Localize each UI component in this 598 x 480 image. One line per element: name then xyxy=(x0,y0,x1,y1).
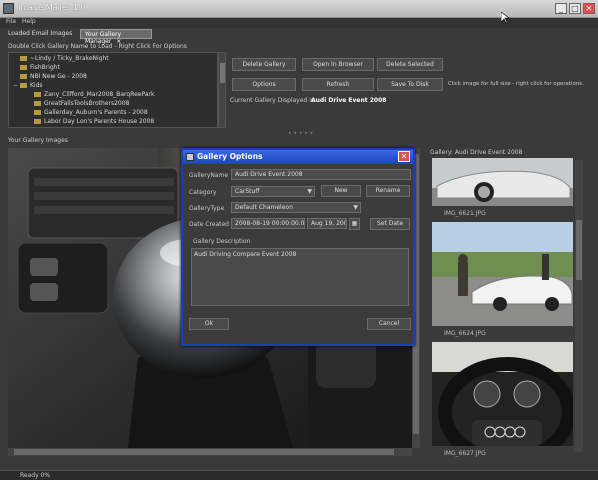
dialog-close-button[interactable]: ✕ xyxy=(398,151,410,162)
tree-item[interactable]: Labor Day Lon's Parents House 2008 xyxy=(27,118,154,126)
gallery-type-select[interactable]: Default Chameleon ▼ xyxy=(231,202,361,213)
thumb-scroll-thumb[interactable] xyxy=(576,220,582,280)
car-photo-1 xyxy=(432,158,573,206)
tab-loaded-images[interactable]: Loaded Email Images xyxy=(4,29,76,39)
date-created-field[interactable]: 2008-08-19 00:00:00.0 xyxy=(231,218,305,229)
minimize-button[interactable]: _ xyxy=(555,3,567,14)
gallery-options-dialog: Gallery Options ✕ GalleryName Audi Drive… xyxy=(181,148,415,346)
date-created-label: Date Created xyxy=(189,221,229,228)
calendar-icon[interactable]: ▦ xyxy=(349,218,360,230)
splitter-handle[interactable]: • • • • • xyxy=(288,130,313,137)
date-picker-field[interactable]: Aug 19, 2008 xyxy=(307,218,347,229)
chevron-down-icon: ▼ xyxy=(353,204,358,211)
main-image-hscrollbar[interactable] xyxy=(8,448,412,456)
tree-item-label: NBI New Ge - 2008 xyxy=(30,73,87,80)
status-text: Ready 0% xyxy=(20,472,51,479)
thumbnail-2[interactable] xyxy=(432,222,573,326)
folder-icon xyxy=(34,101,41,106)
category-value: CarStuff xyxy=(235,188,260,195)
gallery-type-label: GalleryType xyxy=(189,205,225,212)
thumbnail-3[interactable] xyxy=(432,342,573,446)
rename-category-button[interactable]: Rename xyxy=(366,185,410,197)
thumbnail-1[interactable] xyxy=(432,158,573,206)
main-hscroll-thumb[interactable] xyxy=(14,449,394,455)
category-label: Category xyxy=(189,189,217,196)
delete-selected-button[interactable]: Delete Selected xyxy=(377,58,443,71)
tree-item-label: FishBright xyxy=(30,64,60,71)
tree-item[interactable]: − Kids xyxy=(13,82,43,90)
tree-item[interactable]: Gallerday_Auburn's Parents - 2008 xyxy=(27,109,148,117)
new-category-button[interactable]: New xyxy=(321,185,361,197)
tree-item-label: Gallerday_Auburn's Parents - 2008 xyxy=(44,109,148,116)
description-textarea[interactable]: Audi Driving Compare Event 2008 xyxy=(191,248,409,306)
options-button[interactable]: Options xyxy=(232,78,296,91)
folder-icon xyxy=(20,74,27,79)
maximize-button[interactable]: □ xyxy=(569,3,581,14)
tree-item-label: GreatFallsToolsBrothers2008 xyxy=(44,100,130,107)
dialog-title-bar[interactable]: Gallery Options ✕ xyxy=(183,150,413,164)
folder-icon xyxy=(34,119,41,124)
window-title: Image Mailer 1.0 xyxy=(18,3,86,12)
ok-button[interactable]: Ok xyxy=(189,318,229,330)
thumbnail-3-caption: IMG_6627.JPG xyxy=(444,450,486,457)
category-select[interactable]: CarStuff ▼ xyxy=(231,186,315,197)
tree-item[interactable]: Zany_Clifford_Mar2008_BarqReePark xyxy=(27,91,154,99)
set-date-button[interactable]: Set Date xyxy=(370,218,410,230)
folder-icon xyxy=(20,65,27,70)
click-hint: Click image for full size - right click … xyxy=(448,81,584,87)
delete-gallery-button[interactable]: Delete Gallery xyxy=(232,58,296,71)
mouse-cursor-icon xyxy=(501,12,509,24)
gallery-type-value: Default Chameleon xyxy=(235,204,293,211)
folder-icon xyxy=(20,83,27,88)
thumb-gallery-title: Gallery: Audi Drive Event 2008 xyxy=(430,149,523,156)
tree-item-label: Zany_Clifford_Mar2008_BarqReePark xyxy=(44,91,155,98)
tree-item[interactable]: GreatFallsToolsBrothers2008 xyxy=(27,100,129,108)
refresh-button[interactable]: Refresh xyxy=(302,78,374,91)
folder-icon xyxy=(20,56,27,61)
gallery-name-label: GalleryName xyxy=(189,172,229,179)
tree-toggle-icon[interactable]: − xyxy=(13,82,19,89)
tree-hint: Double Click Gallery Name to Load - Righ… xyxy=(8,43,187,50)
current-gallery-label: Current Gallery Displayed is: xyxy=(230,97,317,104)
close-button[interactable]: ✕ xyxy=(583,3,595,14)
gallery-tree[interactable]: ~Lindy / Ticky_BrakeNight FishBright NBI N… xyxy=(8,52,218,128)
dialog-app-icon xyxy=(186,153,194,161)
tree-item-label: Kids xyxy=(30,82,43,89)
your-gallery-label: Your Gallery Images xyxy=(8,137,68,144)
tree-item[interactable]: ~Lindy / Ticky_BrakeNight xyxy=(13,55,109,63)
menu-file[interactable]: File xyxy=(6,18,16,25)
menu-help[interactable]: Help xyxy=(22,18,36,25)
tab-gallery-manager[interactable]: Your Gallery Manager × xyxy=(80,29,152,45)
tree-scrollbar[interactable] xyxy=(218,52,226,128)
save-to-disk-button[interactable]: Save To Disk xyxy=(377,78,443,91)
tree-item[interactable]: FishBright xyxy=(13,64,60,72)
gallery-name-field[interactable]: Audi Drive Event 2008 xyxy=(231,169,411,180)
tree-item[interactable]: NBI New Ge - 2008 xyxy=(13,73,87,81)
app-icon xyxy=(3,3,14,14)
status-bar: Ready 0% xyxy=(0,470,598,480)
folder-icon xyxy=(34,92,41,97)
cancel-button[interactable]: Cancel xyxy=(367,318,411,330)
open-in-browser-button[interactable]: Open In Browser xyxy=(302,58,374,71)
thumbnail-2-caption: IMG_6624.JPG xyxy=(444,330,486,337)
chevron-down-icon: ▼ xyxy=(307,188,312,195)
tab-bar: Loaded Email Images Your Gallery Manager… xyxy=(0,28,598,45)
folder-icon xyxy=(34,110,41,115)
steering-wheel-photo xyxy=(432,342,573,446)
tree-item-label: ~Lindy / Ticky_BrakeNight xyxy=(30,55,109,62)
car-photo-2 xyxy=(432,222,573,326)
thumbnail-1-caption: IMG_6621.JPG xyxy=(444,210,486,217)
thumb-scrollbar[interactable] xyxy=(575,160,583,452)
description-label: Gallery Description xyxy=(193,238,251,245)
dialog-title: Gallery Options xyxy=(197,152,263,161)
tree-item-label: Labor Day Lon's Parents House 2008 xyxy=(44,118,155,125)
tree-scroll-thumb[interactable] xyxy=(220,63,225,83)
current-gallery-value: Audi Drive Event 2008 xyxy=(311,97,387,104)
